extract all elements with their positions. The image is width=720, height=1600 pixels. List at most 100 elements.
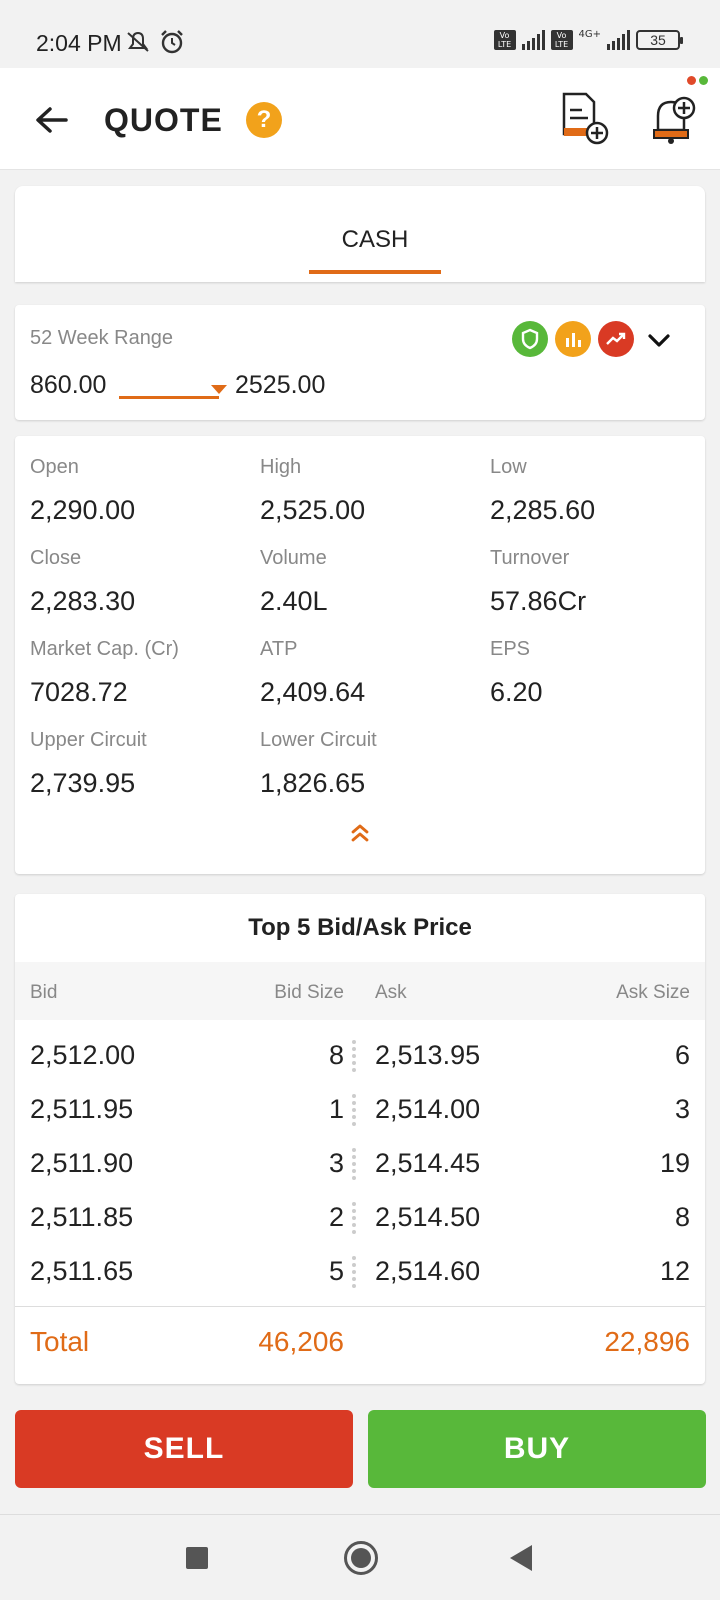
ask-size: 19 bbox=[659, 1148, 690, 1178]
stat-turnover: Turnover 57.86Cr bbox=[490, 547, 710, 617]
arrow-left-icon[interactable] bbox=[32, 100, 72, 140]
row-separator bbox=[352, 1040, 356, 1072]
ask-size: 12 bbox=[659, 1256, 690, 1286]
stat-value: 2,283.30 bbox=[30, 586, 136, 616]
range-title: 52 Week Range bbox=[30, 327, 174, 349]
range-high: 2525.00 bbox=[235, 371, 326, 399]
bid-size: 5 bbox=[328, 1256, 344, 1286]
stat-label: High bbox=[260, 456, 302, 478]
stat-volume: Volume 2.40L bbox=[260, 547, 480, 617]
bar-chart-icon[interactable] bbox=[555, 321, 591, 357]
back-triangle-icon[interactable] bbox=[510, 1545, 532, 1571]
system-nav-bar bbox=[0, 1514, 720, 1600]
total-label: Total bbox=[30, 1326, 90, 1357]
double-chevron-up-icon[interactable] bbox=[345, 820, 375, 846]
status-bar: 2:04 PM Vo LTE Vo LTE 4G+ 35 bbox=[0, 0, 720, 68]
stat-label: Lower Circuit bbox=[260, 729, 377, 751]
stat-value: 6.20 bbox=[490, 677, 543, 707]
bid-price: 2,511.65 bbox=[30, 1256, 134, 1286]
header-bid: Bid bbox=[30, 982, 58, 1003]
stat-eps: EPS 6.20 bbox=[490, 638, 710, 708]
row-separator bbox=[352, 1202, 356, 1234]
stat-value: 2,409.64 bbox=[260, 677, 366, 707]
stat-label: Close bbox=[30, 547, 82, 569]
network-type: 4G+ bbox=[578, 28, 602, 40]
bid-price: 2,511.90 bbox=[30, 1148, 134, 1178]
stat-value: 2,739.95 bbox=[30, 768, 136, 798]
status-time: 2:04 PM bbox=[36, 30, 122, 56]
range-marker bbox=[211, 385, 227, 394]
muted-notification-icon bbox=[127, 31, 149, 52]
ask-size: 6 bbox=[674, 1040, 690, 1070]
stat-value: 7028.72 bbox=[30, 677, 128, 707]
bid-price: 2,512.00 bbox=[30, 1040, 136, 1070]
header-bid-size: Bid Size bbox=[274, 982, 344, 1003]
recents-icon[interactable] bbox=[186, 1547, 208, 1569]
bid-price: 2,511.95 bbox=[30, 1094, 134, 1124]
order-book-row: 2,512.00 8 2,513.95 6 bbox=[15, 1030, 705, 1084]
connection-status-dots bbox=[687, 76, 708, 85]
buy-button[interactable]: BUY bbox=[368, 1410, 706, 1488]
stat-lower-circuit: Lower Circuit 1,826.65 bbox=[260, 729, 480, 799]
bid-size: 1 bbox=[328, 1094, 344, 1124]
stat-close: Close 2,283.30 bbox=[30, 547, 250, 617]
header-ask-size: Ask Size bbox=[616, 982, 690, 1003]
stat-value: 2,290.00 bbox=[30, 495, 136, 525]
stat-upper-circuit: Upper Circuit 2,739.95 bbox=[30, 729, 250, 799]
order-book-row: 2,511.65 5 2,514.60 12 bbox=[15, 1246, 705, 1300]
stat-label: Open bbox=[30, 456, 79, 478]
add-alert-bell-icon[interactable] bbox=[650, 92, 700, 146]
stat-low: Low 2,285.60 bbox=[490, 456, 710, 526]
stat-value: 2,525.00 bbox=[260, 495, 366, 525]
add-order-icon[interactable] bbox=[560, 90, 610, 146]
tab-cash[interactable]: CASH bbox=[295, 186, 455, 282]
ask-size: 3 bbox=[674, 1094, 690, 1124]
page-title: QUOTE bbox=[104, 102, 223, 138]
stat-value: 2,285.60 bbox=[490, 495, 596, 525]
ask-price: 2,514.50 bbox=[375, 1202, 481, 1232]
sell-button[interactable]: SELL bbox=[15, 1410, 353, 1488]
signal-icon-2 bbox=[607, 30, 630, 50]
stat-label: EPS bbox=[490, 638, 531, 660]
stat-open: Open 2,290.00 bbox=[30, 456, 250, 526]
stat-atp: ATP 2,409.64 bbox=[260, 638, 480, 708]
stat-value: 2.40L bbox=[260, 586, 328, 616]
stat-label: Volume bbox=[260, 547, 327, 569]
alarm-icon bbox=[161, 30, 183, 54]
total-divider bbox=[15, 1306, 705, 1307]
chevron-down-icon[interactable] bbox=[645, 327, 673, 355]
order-book-title: Top 5 Bid/Ask Price bbox=[248, 914, 472, 941]
stat-label: Turnover bbox=[490, 547, 570, 569]
ask-price: 2,514.00 bbox=[375, 1094, 481, 1124]
range-low: 860.00 bbox=[30, 371, 107, 399]
total-ask-size: 22,896 bbox=[604, 1326, 690, 1357]
shield-icon[interactable] bbox=[512, 321, 548, 357]
stat-label: ATP bbox=[260, 638, 298, 660]
order-book-header: Bid Bid Size Ask Ask Size bbox=[15, 962, 705, 1020]
tab-cash-label: CASH bbox=[341, 226, 409, 253]
tab-active-indicator bbox=[309, 270, 441, 274]
week-range-card: 52 Week Range 860.00 2525.00 bbox=[15, 305, 705, 420]
ask-price: 2,514.60 bbox=[375, 1256, 481, 1286]
row-separator bbox=[352, 1256, 356, 1288]
stat-high: High 2,525.00 bbox=[260, 456, 480, 526]
stat-value: 57.86Cr bbox=[490, 586, 587, 616]
order-book-row: 2,511.85 2 2,514.50 8 bbox=[15, 1192, 705, 1246]
ask-size: 8 bbox=[674, 1202, 690, 1232]
quote-stats-card: Open 2,290.00 High 2,525.00 Low 2,285.60… bbox=[15, 436, 705, 874]
stat-label: Upper Circuit bbox=[30, 729, 147, 751]
range-bar bbox=[119, 396, 219, 399]
ask-price: 2,514.45 bbox=[375, 1148, 481, 1178]
row-separator bbox=[352, 1094, 356, 1126]
signal-icon bbox=[521, 30, 545, 50]
stat-label: Market Cap. (Cr) bbox=[30, 638, 179, 660]
trend-up-icon[interactable] bbox=[598, 321, 634, 357]
volte-icon-2: Vo LTE bbox=[550, 30, 573, 50]
status-notification-icons bbox=[124, 29, 186, 55]
volte-icon: Vo LTE bbox=[493, 30, 516, 50]
row-separator bbox=[352, 1148, 356, 1180]
order-book-card: Top 5 Bid/Ask Price Bid Bid Size Ask Ask… bbox=[15, 894, 705, 1384]
help-icon[interactable]: ? bbox=[246, 102, 282, 138]
home-icon[interactable] bbox=[344, 1541, 378, 1575]
battery-icon: 35 bbox=[636, 30, 683, 50]
